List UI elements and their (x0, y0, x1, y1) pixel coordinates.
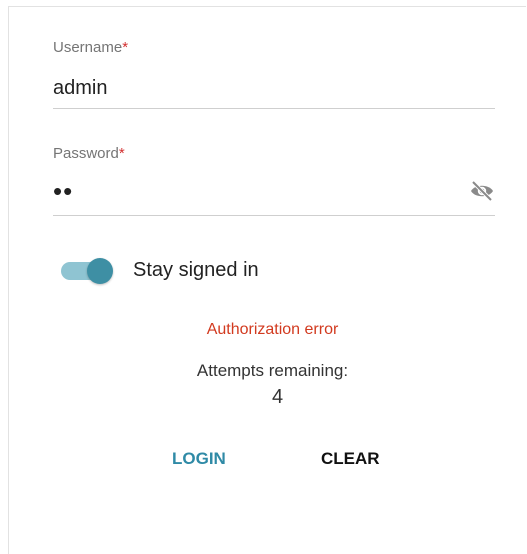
username-underline (53, 108, 495, 109)
attempts-remaining-label: Attempts remaining: (196, 361, 349, 380)
clear-button[interactable]: CLEAR (315, 443, 386, 475)
eye-off-icon[interactable] (469, 180, 495, 202)
login-button[interactable]: LOGIN (166, 443, 232, 475)
password-required-mark: * (118, 145, 125, 162)
username-input[interactable]: admin (53, 77, 107, 100)
stay-signed-in-toggle[interactable] (57, 253, 117, 287)
attempts-remaining-value: 4 (271, 386, 284, 408)
login-card: Username* admin Password* •• Stay signed… (8, 6, 526, 554)
username-required-mark: * (122, 39, 129, 56)
stay-signed-in-row: Stay signed in (57, 253, 259, 287)
username-label: Username* (53, 39, 128, 56)
error-message: Authorization error (206, 321, 339, 338)
password-field[interactable]: Password* •• (53, 140, 495, 220)
password-label: Password* (53, 145, 125, 162)
toggle-knob (87, 258, 113, 284)
password-underline (53, 215, 495, 216)
password-label-text: Password (53, 145, 119, 162)
stay-signed-in-label: Stay signed in (133, 258, 259, 281)
password-input[interactable]: •• (53, 176, 73, 207)
username-label-text: Username (53, 39, 123, 56)
username-field[interactable]: Username* admin (53, 34, 495, 114)
